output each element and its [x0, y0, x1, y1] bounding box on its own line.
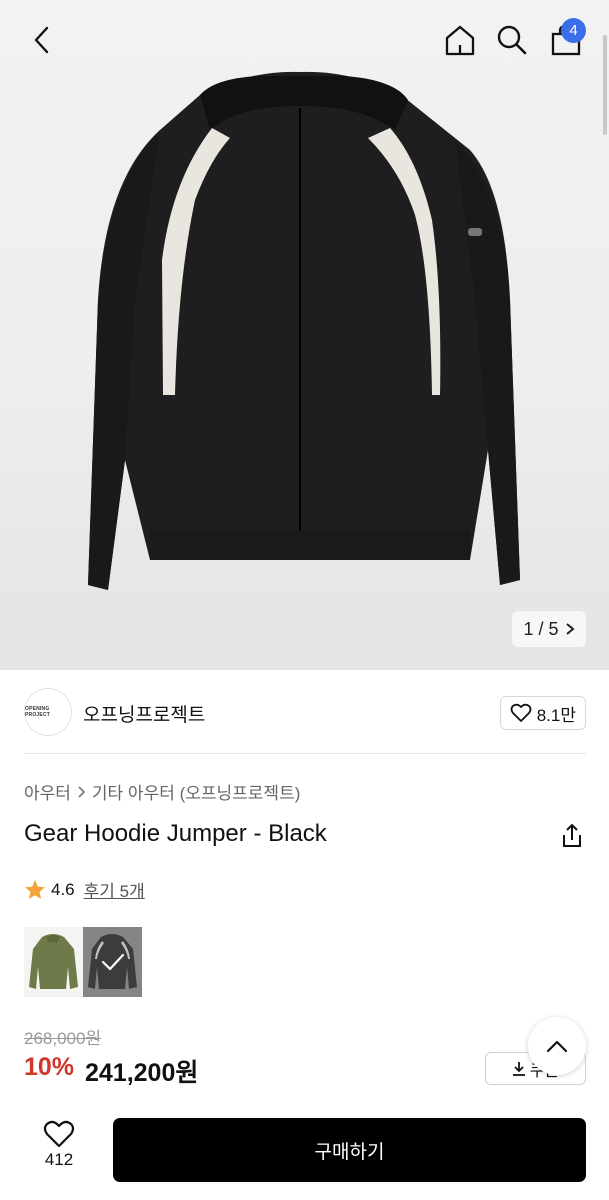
heart-icon: [43, 1120, 75, 1148]
rating-row: 4.6 후기 5개: [24, 877, 145, 902]
rating-value: 4.6: [51, 879, 75, 899]
cart-count-badge: 4: [561, 18, 586, 43]
gallery-pager[interactable]: 1 / 5: [512, 611, 586, 647]
chevron-right-icon: [565, 623, 575, 635]
share-icon: [563, 824, 581, 847]
search-icon: [497, 25, 527, 55]
star-icon: [25, 879, 45, 899]
product-image-gallery[interactable]: 1 / 5: [0, 0, 609, 670]
brand-row: OPENING PROJECT 오프닝프로젝트 8.1만: [24, 688, 586, 736]
breadcrumb-item[interactable]: 기타 아우터 (오프닝프로젝트): [92, 779, 300, 804]
brand-logo[interactable]: OPENING PROJECT: [24, 688, 72, 736]
product-photo: [88, 71, 520, 590]
buy-button[interactable]: 구매하기: [113, 1118, 586, 1182]
search-button[interactable]: [492, 20, 532, 60]
bottom-action-bar: 412 구매하기: [0, 1106, 609, 1200]
sale-price: 241,200원: [85, 1059, 199, 1087]
scroll-to-top-button[interactable]: [528, 1017, 586, 1075]
breadcrumb-item[interactable]: 아우터: [24, 779, 71, 804]
heart-icon: [510, 703, 532, 722]
pager-text: 1 / 5: [523, 618, 559, 639]
home-button[interactable]: [440, 20, 480, 60]
brand-name[interactable]: 오프닝프로젝트: [83, 700, 205, 727]
original-price: 268,000원: [24, 1029, 102, 1048]
wishlist-button[interactable]: 412: [28, 1120, 90, 1182]
divider: [24, 753, 586, 754]
reviews-link[interactable]: 후기 5개: [84, 877, 145, 902]
share-button[interactable]: [558, 822, 586, 850]
product-title: Gear Hoodie Jumper - Black: [24, 820, 327, 847]
chevron-left-icon: [34, 26, 49, 54]
brand-logo-text: OPENING PROJECT: [25, 706, 51, 718]
color-swatch-khaki[interactable]: [24, 927, 83, 997]
back-button[interactable]: [22, 20, 62, 60]
breadcrumb: 아우터 기타 아우터 (오프닝프로젝트): [24, 779, 300, 804]
swatch-thumbnail: [83, 927, 142, 997]
swatch-thumbnail: [29, 934, 78, 989]
chevron-right-icon: [78, 785, 86, 798]
wishlist-count: 412: [44, 1150, 74, 1169]
chevron-up-icon: [546, 1040, 568, 1053]
download-icon: [512, 1061, 525, 1076]
home-icon: [445, 25, 475, 56]
discount-rate: 10%: [24, 1053, 75, 1081]
color-swatch-black-selected[interactable]: [83, 927, 142, 997]
brand-like-count: 8.1만: [536, 705, 576, 725]
brand-like-button[interactable]: 8.1만: [499, 696, 586, 730]
top-navigation-bar: 4: [0, 0, 609, 80]
